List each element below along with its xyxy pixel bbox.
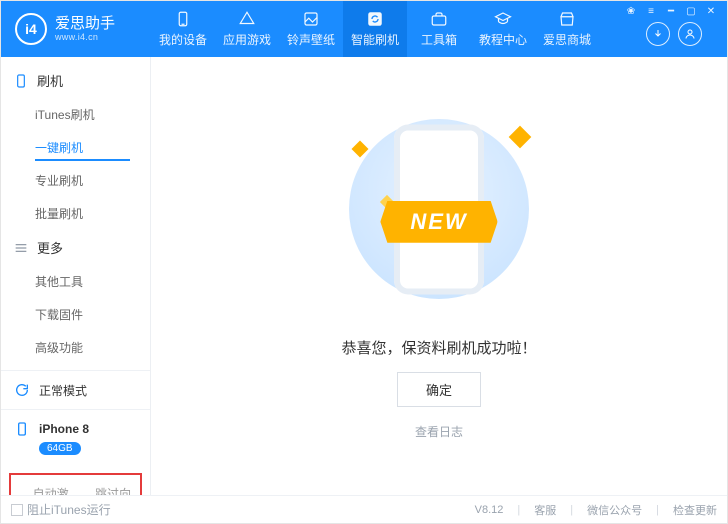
store-icon (558, 10, 576, 28)
new-ribbon: NEW (380, 201, 497, 243)
tab-toolbox[interactable]: 工具箱 (407, 1, 471, 57)
title-bar: i4 爱思助手 www.i4.cn 我的设备 应用游戏 铃声壁纸 智能刷机 (1, 1, 727, 57)
support-link[interactable]: 客服 (534, 502, 556, 518)
block-itunes-checkbox[interactable]: 阻止iTunes运行 (11, 501, 111, 518)
phone-icon (174, 10, 192, 28)
device-mode: 正常模式 (39, 382, 87, 399)
success-message: 恭喜您，保资料刷机成功啦！ (341, 337, 536, 358)
apps-icon (238, 10, 256, 28)
flash-options-box: 自动激活 跳过向导 (9, 473, 142, 495)
sidebar-item-oneclick-flash[interactable]: 一键刷机 (1, 131, 150, 164)
main: NEW 恭喜您，保资料刷机成功啦！ 确定 查看日志 (151, 57, 727, 495)
sidebar-item-download-fw[interactable]: 下载固件 (1, 298, 150, 331)
toolbox-icon (430, 10, 448, 28)
download-button[interactable] (646, 22, 670, 46)
minimize-icon[interactable]: ━ (665, 5, 677, 17)
download-icon (652, 28, 664, 40)
tab-ringtone[interactable]: 铃声壁纸 (279, 1, 343, 57)
status-bar: 阻止iTunes运行 V8.12 | 客服 | 微信公众号 | 检查更新 (1, 495, 727, 523)
phone-icon (13, 73, 29, 89)
menu-icon[interactable]: ≡ (645, 5, 657, 17)
sidebar-item-batch-flash[interactable]: 批量刷机 (1, 197, 150, 230)
device-row[interactable]: iPhone 8 64GB (1, 410, 150, 465)
brand: i4 爱思助手 www.i4.cn (1, 13, 151, 45)
sidebar-group-flash: 刷机 (1, 63, 150, 98)
window-controls: ❀ ≡ ━ ▢ ✕ (621, 1, 721, 17)
sidebar-item-other-tools[interactable]: 其他工具 (1, 265, 150, 298)
maximize-icon[interactable]: ▢ (685, 5, 697, 17)
refresh-icon (366, 10, 384, 28)
success-illustration: NEW (324, 113, 554, 323)
brand-url: www.i4.cn (55, 33, 115, 42)
close-icon[interactable]: ✕ (705, 5, 717, 17)
tab-flash[interactable]: 智能刷机 (343, 1, 407, 57)
sidebar-bottom: 正常模式 iPhone 8 64GB 自动激活 跳过向导 (1, 370, 150, 495)
phone-icon (13, 420, 31, 438)
check-update-link[interactable]: 检查更新 (673, 502, 717, 518)
auto-activate-checkbox[interactable]: 自动激活 (19, 485, 70, 495)
tab-store[interactable]: 爱思商城 (535, 1, 599, 57)
skin-icon[interactable]: ❀ (625, 5, 637, 17)
app-window: i4 爱思助手 www.i4.cn 我的设备 应用游戏 铃声壁纸 智能刷机 (0, 0, 728, 524)
ok-button[interactable]: 确定 (397, 372, 481, 407)
tab-my-device[interactable]: 我的设备 (151, 1, 215, 57)
device-mode-row[interactable]: 正常模式 (1, 371, 150, 410)
sidebar: 刷机 iTunes刷机 一键刷机 专业刷机 批量刷机 更多 其他工具 下载固件 … (1, 57, 151, 495)
hat-icon (494, 10, 512, 28)
skip-guide-checkbox[interactable]: 跳过向导 (82, 485, 133, 495)
refresh-icon (13, 381, 31, 399)
user-button[interactable] (678, 22, 702, 46)
body: 刷机 iTunes刷机 一键刷机 专业刷机 批量刷机 更多 其他工具 下载固件 … (1, 57, 727, 495)
image-icon (302, 10, 320, 28)
list-icon (13, 240, 29, 256)
tab-tutorial[interactable]: 教程中心 (471, 1, 535, 57)
storage-badge: 64GB (39, 442, 81, 455)
device-name: iPhone 8 (39, 422, 89, 436)
version-label: V8.12 (475, 504, 504, 516)
header-right (640, 22, 708, 46)
tab-apps[interactable]: 应用游戏 (215, 1, 279, 57)
top-nav: 我的设备 应用游戏 铃声壁纸 智能刷机 工具箱 教程中心 (151, 1, 621, 57)
sidebar-item-itunes-flash[interactable]: iTunes刷机 (1, 98, 150, 131)
wechat-link[interactable]: 微信公众号 (587, 502, 642, 518)
user-icon (684, 28, 696, 40)
view-log-link[interactable]: 查看日志 (415, 423, 463, 440)
sidebar-item-pro-flash[interactable]: 专业刷机 (1, 164, 150, 197)
brand-name: 爱思助手 (55, 16, 115, 31)
sidebar-group-more: 更多 (1, 230, 150, 265)
brand-logo-icon: i4 (15, 13, 47, 45)
result-panel: NEW 恭喜您，保资料刷机成功啦！ 确定 查看日志 (151, 57, 727, 495)
sidebar-item-advanced[interactable]: 高级功能 (1, 331, 150, 364)
